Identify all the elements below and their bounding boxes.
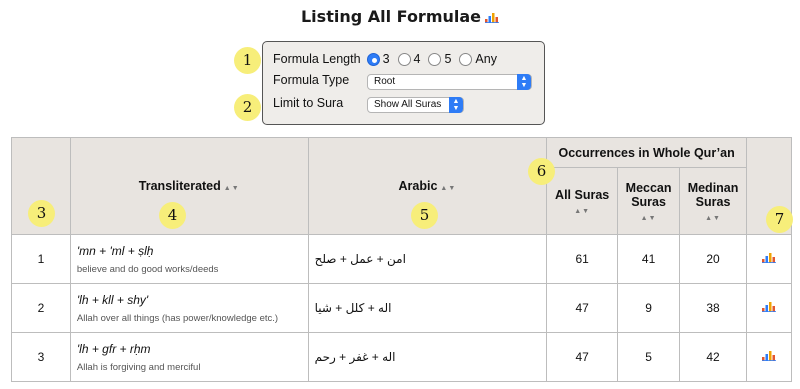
filter-panel: Formula Length 3 4 5 Any Formula Type Ro…	[262, 41, 545, 125]
select-arrows-icon: ▲ ▼	[517, 74, 531, 90]
bar-chart-icon[interactable]	[762, 350, 776, 364]
radio-icon[interactable]	[459, 52, 473, 66]
page-title: Listing All Formulae	[0, 7, 800, 27]
gloss-text: Allah over all things (has power/knowled…	[76, 312, 279, 324]
formula-type-label: Formula Type	[273, 73, 350, 87]
row-index: 3	[11, 332, 71, 382]
header-all-suras[interactable]: All Suras ▲▼	[546, 167, 619, 235]
medinan-count: 20	[679, 234, 748, 284]
limit-sura-label: Limit to Sura	[273, 96, 344, 110]
callout-6: 6	[528, 158, 555, 185]
arabic-cell: امن + عمل + صلح	[307, 234, 548, 284]
formula-length-radio-group: 3 4 5 Any	[366, 52, 505, 66]
formulae-table: Transliterated ▲▼ Arabic ▲▼ Occurrences in…	[11, 137, 792, 382]
page-title-text: Listing All Formulae	[300, 7, 482, 26]
all-count: 47	[546, 283, 619, 333]
header-meccan-suras[interactable]: Meccan Suras ▲▼	[617, 167, 681, 235]
select-arrows-icon: ▲ ▼	[449, 97, 463, 113]
sort-arrows-icon[interactable]: ▲▼	[618, 215, 679, 222]
header-medinan-suras[interactable]: Medinan Suras ▲▼	[679, 167, 748, 235]
sura-select[interactable]: Show All Suras ▲ ▼	[367, 97, 464, 113]
callout-4: 4	[159, 202, 186, 229]
all-count: 61	[546, 234, 619, 284]
translit-cell: 'mn + 'ml + ṣlḥ believe and do good works…	[69, 234, 309, 284]
translit-cell: 'lh + gfr + rḥm Allah is forgiving and me…	[69, 332, 309, 382]
callout-3: 3	[28, 200, 55, 227]
formula-type-select[interactable]: Root ▲ ▼	[367, 74, 532, 90]
sort-arrows-icon[interactable]: ▲▼	[680, 215, 746, 222]
callout-7: 7	[766, 206, 793, 233]
limit-sura-row: Limit to Sura	[273, 96, 343, 110]
row-index: 2	[11, 283, 71, 333]
sort-arrows-icon[interactable]: ▲▼	[547, 208, 617, 215]
radio-selected-icon[interactable]	[366, 52, 380, 66]
formula-length-label: Formula Length	[273, 52, 361, 66]
bar-chart-icon[interactable]	[762, 252, 776, 266]
chart-cell	[746, 283, 792, 333]
length-option-any[interactable]: Any	[459, 52, 497, 66]
meccan-count: 41	[617, 234, 681, 284]
medinan-count: 42	[679, 332, 748, 382]
radio-icon[interactable]	[428, 52, 442, 66]
translit-text: 'lh + gfr + rḥm	[76, 341, 151, 356]
chart-cell	[746, 332, 792, 382]
sort-arrows-icon[interactable]: ▲▼	[224, 185, 240, 192]
bar-chart-icon[interactable]	[485, 8, 500, 27]
all-count: 47	[546, 332, 619, 382]
chart-cell	[746, 234, 792, 284]
meccan-count: 5	[617, 332, 681, 382]
translit-text: 'lh + kll + shy'	[76, 292, 149, 307]
row-index: 1	[11, 234, 71, 284]
header-occurrences: Occurrences in Whole Qur’an	[546, 137, 748, 168]
callout-1: 1	[234, 47, 261, 74]
arabic-cell: اله + غفر + رحم	[307, 332, 548, 382]
translit-text: 'mn + 'ml + ṣlḥ	[76, 243, 154, 258]
translit-cell: 'lh + kll + shy' Allah over all things (h…	[69, 283, 309, 333]
length-option-4[interactable]: 4	[397, 52, 420, 66]
formula-type-row: Formula Type	[273, 73, 349, 87]
formula-length-row: Formula Length 3 4 5 Any	[273, 52, 505, 66]
bar-chart-icon[interactable]	[762, 301, 776, 315]
gloss-text: Allah is forgiving and merciful	[76, 361, 201, 373]
table-row: 2 'lh + kll + shy' Allah over all things …	[11, 283, 792, 333]
callout-2: 2	[234, 94, 261, 121]
radio-icon[interactable]	[397, 52, 411, 66]
arabic-cell: اله + كلل + شيا	[307, 283, 548, 333]
header-transliterated[interactable]: Transliterated ▲▼	[69, 137, 309, 235]
callout-5: 5	[411, 202, 438, 229]
sort-arrows-icon[interactable]: ▲▼	[440, 185, 456, 192]
length-option-5[interactable]: 5	[428, 52, 451, 66]
table-row: 1 'mn + 'ml + ṣlḥ believe and do good wor…	[11, 234, 792, 284]
length-option-3[interactable]: 3	[366, 52, 390, 66]
gloss-text: believe and do good works/deeds	[76, 263, 219, 275]
medinan-count: 38	[679, 283, 748, 333]
table-row: 3 'lh + gfr + rḥm Allah is forgiving and …	[11, 332, 792, 382]
meccan-count: 9	[617, 283, 681, 333]
